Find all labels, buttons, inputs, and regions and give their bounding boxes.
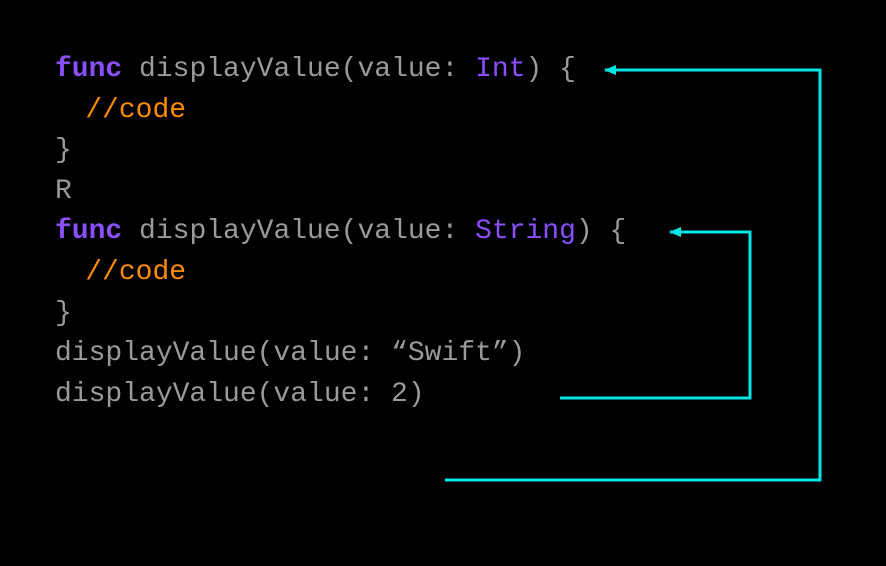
close-brace: } [55, 294, 626, 335]
func-name: displayValue [139, 54, 341, 85]
type-string: String [475, 216, 576, 247]
func-string-decl: func displayValue(value: String) { [55, 212, 626, 253]
stray-r: R [55, 172, 626, 213]
comment-line: //code [55, 253, 626, 294]
keyword-func: func [55, 216, 122, 247]
keyword-func: func [55, 54, 122, 85]
call-int: displayValue(value: 2) [55, 375, 626, 416]
func-int-decl: func displayValue(value: Int) { [55, 50, 626, 91]
func-name: displayValue [139, 216, 341, 247]
comment-line: //code [55, 91, 626, 132]
close-brace: } [55, 131, 626, 172]
type-int: Int [475, 54, 525, 85]
call-swift: displayValue(value: “Swift”) [55, 334, 626, 375]
code-block: func displayValue(value: Int) { //code }… [55, 50, 626, 415]
